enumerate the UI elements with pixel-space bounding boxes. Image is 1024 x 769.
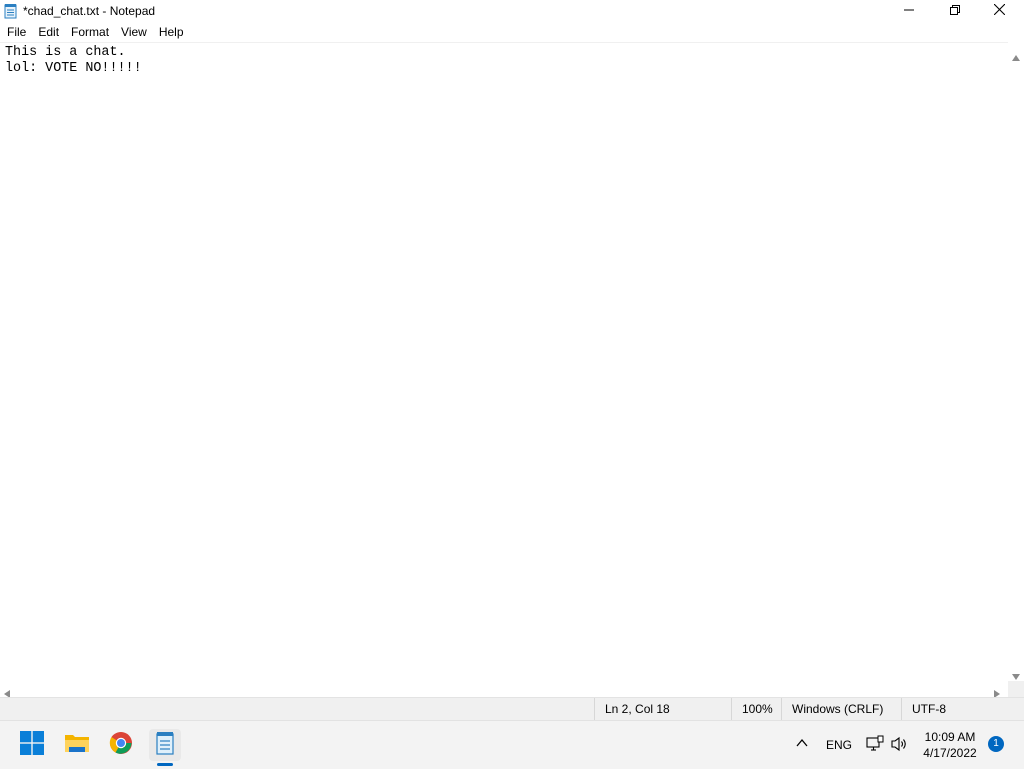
clock-date: 4/17/2022 xyxy=(923,746,977,760)
window-title: *chad_chat.txt - Notepad xyxy=(23,4,156,18)
menu-view[interactable]: View xyxy=(115,23,153,42)
status-zoom: 100% xyxy=(731,698,781,721)
editor-line-2: lol: VOTE NO!!!!! xyxy=(5,61,142,76)
notepad-icon xyxy=(155,731,175,760)
windows-start-icon xyxy=(20,730,44,760)
status-encoding: UTF-8 xyxy=(901,698,1024,721)
start-button[interactable] xyxy=(16,729,48,761)
vertical-scrollbar[interactable] xyxy=(1008,42,1024,681)
restore-icon xyxy=(950,2,960,20)
clock-time: 10:09 AM xyxy=(924,730,976,744)
title-bar[interactable]: *chad_chat.txt - Notepad xyxy=(0,0,1024,22)
menu-bar: File Edit Format View Help xyxy=(0,23,1024,42)
editor-content[interactable]: This is a chat. lol: VOTE NO!!!!! xyxy=(0,43,1008,77)
taskbar-file-explorer[interactable] xyxy=(61,729,93,761)
show-hidden-icons-chevron-up-icon[interactable] xyxy=(795,736,809,755)
menu-format[interactable]: Format xyxy=(65,23,115,42)
status-cursor-position: Ln 2, Col 18 xyxy=(594,698,731,721)
notepad-app-icon xyxy=(4,3,17,19)
editor-line-1: This is a chat. xyxy=(5,45,126,60)
network-icon[interactable] xyxy=(866,735,884,758)
file-explorer-icon xyxy=(64,732,90,759)
horizontal-scrollbar[interactable] xyxy=(0,681,1008,698)
system-clock[interactable]: 10:09 AM 4/17/2022 xyxy=(918,729,982,761)
menu-file[interactable]: File xyxy=(0,23,32,42)
minimize-button[interactable] xyxy=(886,0,932,22)
scroll-up-arrow-icon[interactable] xyxy=(1012,48,1020,66)
minimize-icon xyxy=(904,2,914,20)
status-line-ending: Windows (CRLF) xyxy=(781,698,901,721)
taskbar-notepad[interactable] xyxy=(149,729,181,761)
text-editor[interactable]: This is a chat. lol: VOTE NO!!!!! xyxy=(0,42,1008,682)
scrollbar-corner xyxy=(1008,681,1024,697)
status-bar: Ln 2, Col 18 100% Windows (CRLF) UTF-8 xyxy=(0,697,1024,721)
volume-icon[interactable] xyxy=(891,736,909,757)
notification-badge[interactable]: 1 xyxy=(988,736,1004,752)
maximize-button[interactable] xyxy=(932,0,978,22)
language-indicator[interactable]: ENG xyxy=(826,738,852,752)
menu-help[interactable]: Help xyxy=(153,23,190,42)
close-button[interactable] xyxy=(976,0,1022,22)
menu-edit[interactable]: Edit xyxy=(32,23,65,42)
close-icon xyxy=(993,2,1005,20)
active-app-indicator xyxy=(157,763,173,766)
taskbar-chrome[interactable] xyxy=(105,729,137,761)
chrome-icon xyxy=(109,731,133,760)
